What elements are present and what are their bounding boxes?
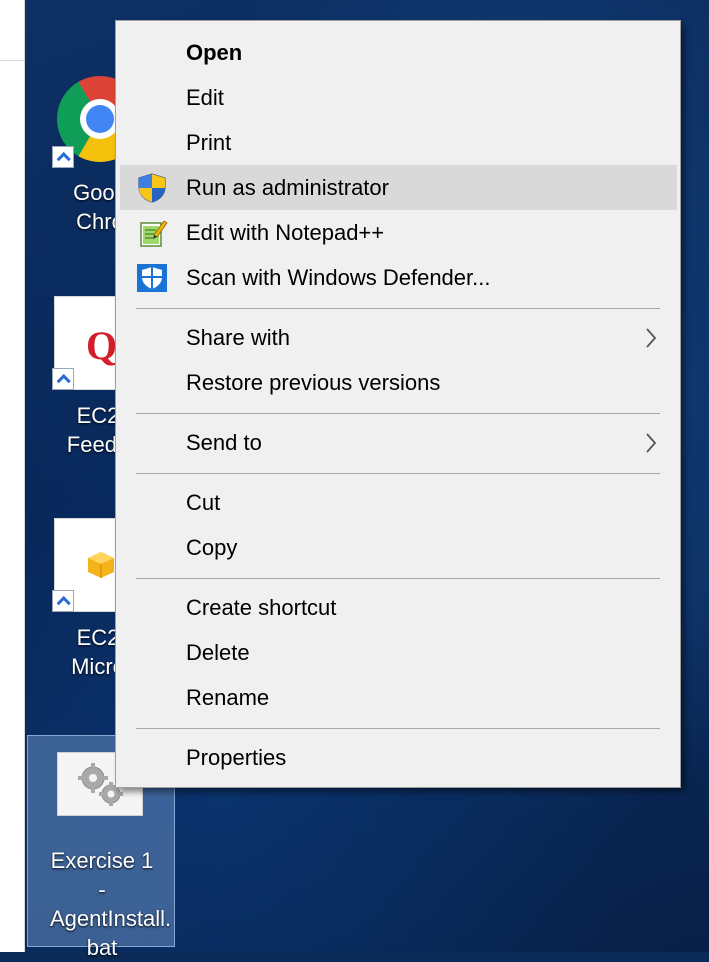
menu-item-label: Restore previous versions bbox=[186, 370, 441, 395]
box-icon bbox=[88, 552, 114, 578]
menu-item-send-to[interactable]: Send to bbox=[120, 420, 677, 465]
explorer-window-edge bbox=[0, 0, 25, 952]
menu-item-share-with[interactable]: Share with bbox=[120, 315, 677, 360]
menu-separator bbox=[136, 308, 660, 309]
desktop-icon-label: Exercise 1 - AgentInstall. bat bbox=[50, 848, 172, 960]
chevron-right-icon bbox=[646, 433, 657, 453]
menu-item-label: Delete bbox=[186, 640, 250, 665]
menu-item-label: Scan with Windows Defender... bbox=[186, 265, 491, 290]
menu-item-label: Create shortcut bbox=[186, 595, 337, 620]
chevron-right-icon bbox=[646, 328, 657, 348]
menu-item-create-shortcut[interactable]: Create shortcut bbox=[120, 585, 677, 630]
menu-item-label: Edit bbox=[186, 85, 224, 110]
menu-item-delete[interactable]: Delete bbox=[120, 630, 677, 675]
q-logo-icon: Q bbox=[86, 323, 118, 368]
window-divider bbox=[0, 60, 24, 61]
menu-item-run-as-administrator[interactable]: Run as administrator bbox=[120, 165, 677, 210]
menu-item-copy[interactable]: Copy bbox=[120, 525, 677, 570]
menu-separator bbox=[136, 473, 660, 474]
menu-item-label: Print bbox=[186, 130, 232, 155]
menu-item-edit[interactable]: Edit bbox=[120, 75, 677, 120]
windows-defender-icon bbox=[137, 264, 167, 292]
menu-item-print[interactable]: Print bbox=[120, 120, 677, 165]
menu-item-label: Run as administrator bbox=[186, 175, 389, 200]
menu-item-rename[interactable]: Rename bbox=[120, 675, 677, 720]
menu-separator bbox=[136, 413, 660, 414]
shortcut-arrow-icon bbox=[52, 146, 74, 168]
menu-item-label: Copy bbox=[186, 535, 238, 560]
menu-item-properties[interactable]: Properties bbox=[120, 735, 677, 780]
menu-item-label: Rename bbox=[186, 685, 270, 710]
menu-item-label: Cut bbox=[186, 490, 221, 515]
uac-shield-icon bbox=[138, 173, 166, 203]
shortcut-arrow-icon bbox=[52, 368, 74, 390]
desktop-icon-agentinstall-bat[interactable]: Exercise 1 - AgentInstall. bat bbox=[50, 846, 172, 962]
menu-item-edit-with-notepadpp[interactable]: Edit with Notepad++ bbox=[120, 210, 677, 255]
menu-item-label: Open bbox=[186, 40, 243, 65]
menu-item-label: Share with bbox=[186, 325, 290, 350]
menu-separator bbox=[136, 728, 660, 729]
menu-item-cut[interactable]: Cut bbox=[120, 480, 677, 525]
menu-item-label: Send to bbox=[186, 430, 262, 455]
menu-item-open[interactable]: Open bbox=[120, 30, 677, 75]
menu-item-label: Properties bbox=[186, 745, 287, 770]
menu-item-label: Edit with Notepad++ bbox=[186, 220, 385, 245]
menu-item-restore-previous-versions[interactable]: Restore previous versions bbox=[120, 360, 677, 405]
menu-item-scan-with-windows-defender[interactable]: Scan with Windows Defender... bbox=[120, 255, 677, 300]
notepad-plus-plus-icon bbox=[140, 220, 168, 247]
shortcut-arrow-icon bbox=[52, 590, 74, 612]
menu-separator bbox=[136, 578, 660, 579]
context-menu: Open Edit Print Run as administrator Edi… bbox=[115, 20, 681, 788]
